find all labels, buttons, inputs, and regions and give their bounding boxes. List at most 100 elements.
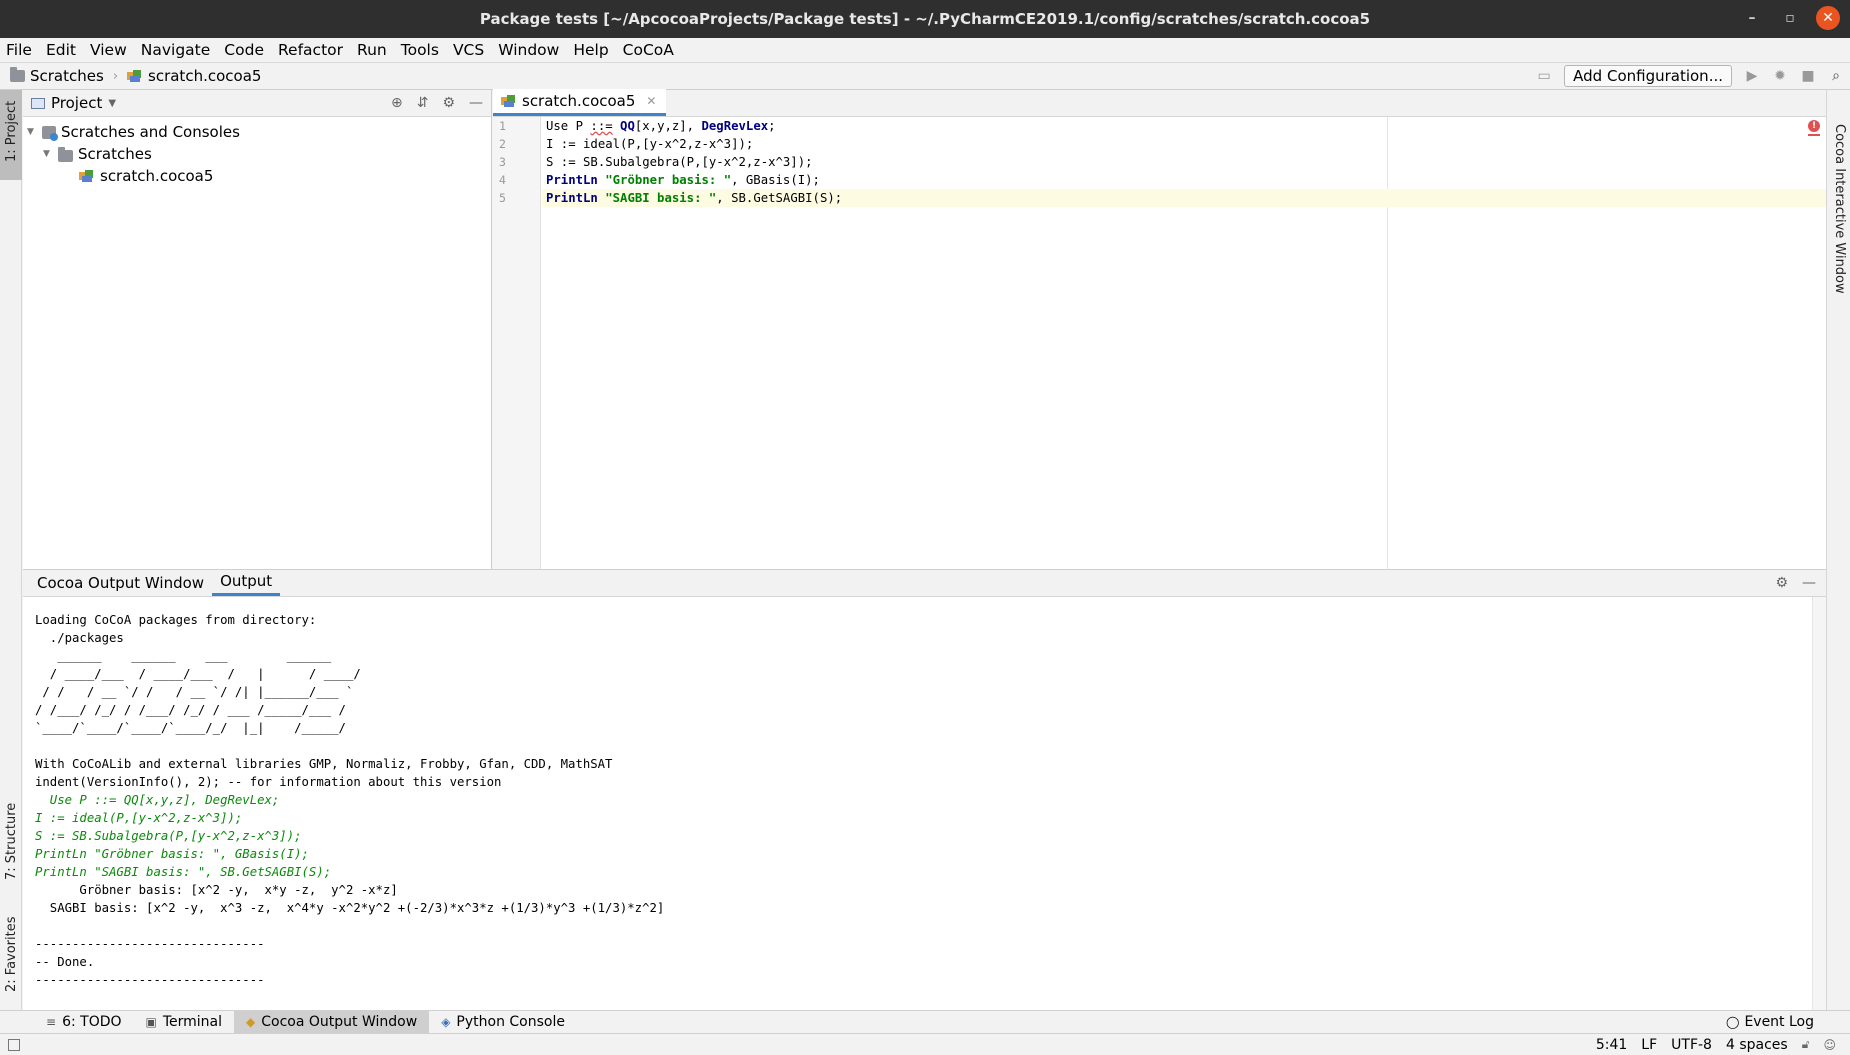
search-icon[interactable]: ⌕ <box>1828 68 1844 84</box>
project-panel-header: Project ▼ ⊕ ⇵ ⚙ — <box>23 90 491 117</box>
project-panel: Project ▼ ⊕ ⇵ ⚙ — ▼ Scratches and Consol… <box>23 90 492 569</box>
code-line-4[interactable]: PrintLn "Gröbner basis: ", GBasis(I); <box>542 171 1826 189</box>
menu-cocoa[interactable]: CoCoA <box>623 41 682 59</box>
breadcrumb-file[interactable]: scratch.cocoa5 <box>148 67 261 85</box>
tree-label: Scratches and Consoles <box>61 123 240 141</box>
output-line: With CoCoALib and external libraries GMP… <box>35 757 613 771</box>
editor-tab-scratch[interactable]: scratch.cocoa5 ✕ <box>493 89 667 116</box>
menu-bar: File Edit View Navigate Code Refactor Ru… <box>0 38 1850 62</box>
menu-refactor[interactable]: Refactor <box>278 41 351 59</box>
tab-cocoa-interactive-label: Cocoa Interactive Window <box>1832 124 1847 294</box>
locate-icon[interactable]: ⊕ <box>391 95 403 111</box>
output-line: Use P ::= QQ[x,y,z], DegRevLex; <box>35 793 280 807</box>
output-line: indent(VersionInfo(), 2); -- for informa… <box>35 775 502 789</box>
code-line-2[interactable]: I := ideal(P,[y-x^2,z-x^3]); <box>542 135 1826 153</box>
menu-help[interactable]: Help <box>573 41 616 59</box>
project-panel-title[interactable]: Project <box>51 94 102 112</box>
close-button[interactable]: ✕ <box>1816 6 1840 30</box>
code-line-1[interactable]: Use P ::= QQ[x,y,z], DegRevLex; <box>542 117 1826 135</box>
menu-navigate[interactable]: Navigate <box>141 41 219 59</box>
error-indicator-icon[interactable]: ! <box>1808 120 1820 132</box>
bottom-tab-python-console[interactable]: ◈ Python Console <box>429 1011 577 1034</box>
hide-icon[interactable]: — <box>1802 575 1816 591</box>
menu-edit[interactable]: Edit <box>46 41 84 59</box>
output-line: SAGBI basis: [x^2 -y, x^3 -z, x^4*y -x^2… <box>35 901 665 915</box>
close-tab-icon[interactable]: ✕ <box>646 94 656 108</box>
title-bar: Package tests [~/ApcocoaProjects/Package… <box>0 0 1850 38</box>
tree-item-scratches-consoles[interactable]: ▼ Scratches and Consoles <box>23 121 491 143</box>
expand-arrow-icon[interactable]: ▼ <box>43 149 53 159</box>
tab-output[interactable]: Output <box>212 569 281 596</box>
menu-tools[interactable]: Tools <box>401 41 447 59</box>
code-line-5[interactable]: PrintLn "SAGBI basis: ", SB.GetSAGBI(S); <box>542 189 1826 207</box>
menu-file[interactable]: File <box>6 41 40 59</box>
output-line: PrintLn "SAGBI basis: ", SB.GetSAGBI(S); <box>35 865 332 879</box>
error-stripe-mark[interactable] <box>1808 134 1820 136</box>
collapse-icon[interactable]: ⇵ <box>417 95 429 111</box>
inspector-icon[interactable]: ☺ <box>1823 1038 1836 1052</box>
menu-window[interactable]: Window <box>498 41 567 59</box>
file-encoding[interactable]: UTF-8 <box>1671 1037 1712 1053</box>
code-line-3[interactable]: S := SB.Subalgebra(P,[y-x^2,z-x^3]); <box>542 153 1826 171</box>
tab-cocoa-output-window[interactable]: Cocoa Output Window <box>29 569 212 596</box>
output-line: ------------------------------- <box>35 937 265 951</box>
todo-icon: ≡ <box>46 1015 57 1029</box>
chevron-down-icon[interactable]: ▼ <box>108 98 116 109</box>
maximize-button[interactable]: ▫ <box>1778 6 1802 30</box>
line-number: 4 <box>499 173 506 187</box>
bottom-tab-cocoa-output[interactable]: ◆ Cocoa Output Window <box>234 1010 430 1034</box>
line-number: 5 <box>499 191 506 205</box>
output-line: ------------------------------- <box>35 973 265 987</box>
output-line: I := ideal(P,[y-x^2,z-x^3]); <box>35 811 243 825</box>
bottom-tab-terminal[interactable]: ▣ Terminal <box>134 1011 235 1034</box>
folder-icon <box>58 146 73 162</box>
tab-cocoa-interactive[interactable]: Cocoa Interactive Window <box>1827 94 1849 294</box>
tab-structure[interactable]: 7: Structure <box>0 800 22 890</box>
tab-project[interactable]: 1: Project <box>0 90 22 180</box>
breadcrumb-scratches[interactable]: Scratches <box>30 67 104 85</box>
terminal-icon: ▣ <box>145 1015 157 1029</box>
bottom-tab-todo[interactable]: ≡ 6: TODO <box>34 1011 134 1034</box>
line-ending[interactable]: LF <box>1641 1037 1657 1053</box>
output-console[interactable]: Loading CoCoA packages from directory: .… <box>23 597 1826 1011</box>
right-tool-strip: Cocoa Interactive Window <box>1826 90 1850 1010</box>
tree-item-scratches[interactable]: ▼ Scratches <box>23 143 491 165</box>
bottom-tool-bar: ≡ 6: TODO ▣ Terminal ◆ Cocoa Output Wind… <box>0 1010 1850 1034</box>
hide-icon[interactable]: — <box>469 95 483 111</box>
output-line: Gröbner basis: [x^2 -y, x*y -z, y^2 -x*z… <box>35 883 398 897</box>
tool-windows-icon[interactable] <box>8 1038 20 1051</box>
gear-icon[interactable]: ⚙ <box>442 95 455 111</box>
bottom-tab-label: Python Console <box>456 1014 565 1030</box>
indent-setting[interactable]: 4 spaces <box>1726 1037 1788 1053</box>
code-editor[interactable]: Use P ::= QQ[x,y,z], DegRevLex; I := ide… <box>542 117 1826 569</box>
tree-item-scratch-file[interactable]: scratch.cocoa5 <box>23 165 491 187</box>
output-scrollbar[interactable] <box>1812 597 1826 1011</box>
bottom-tab-label: Cocoa Output Window <box>261 1014 418 1030</box>
output-tab-bar: Cocoa Output Window Output ⚙ — <box>23 570 1826 597</box>
project-tree: ▼ Scratches and Consoles ▼ Scratches scr… <box>23 117 491 187</box>
cursor-position[interactable]: 5:41 <box>1596 1037 1627 1053</box>
lock-icon[interactable]: 🔓︎ <box>1802 1037 1810 1052</box>
cocoa-file-icon <box>127 69 143 84</box>
debug-icon[interactable]: ✹ <box>1772 68 1788 84</box>
breadcrumb-separator: › <box>112 68 119 84</box>
line-number-gutter: 1 2 3 4 5 <box>493 117 541 569</box>
output-line: ./packages <box>35 631 124 645</box>
gear-icon[interactable]: ⚙ <box>1775 575 1788 591</box>
bottom-tab-label: Terminal <box>162 1014 223 1030</box>
menu-run[interactable]: Run <box>357 41 395 59</box>
run-icon[interactable]: ▶ <box>1744 68 1760 84</box>
event-log-button[interactable]: ◯ Event Log <box>1726 1014 1850 1030</box>
tab-favorites[interactable]: 2: Favorites <box>0 902 22 1002</box>
minimize-button[interactable]: – <box>1740 6 1764 30</box>
stop-icon[interactable]: ■ <box>1800 68 1816 84</box>
output-line: `____/`____/`____/`____/_/ |_| /_____/ <box>35 721 346 735</box>
menu-view[interactable]: View <box>90 41 135 59</box>
add-configuration-button[interactable]: Add Configuration... <box>1564 65 1732 87</box>
terminal-icon[interactable]: ▭ <box>1536 68 1552 84</box>
menu-vcs[interactable]: VCS <box>453 41 492 59</box>
expand-arrow-icon[interactable]: ▼ <box>27 127 37 137</box>
menu-code[interactable]: Code <box>224 41 272 59</box>
